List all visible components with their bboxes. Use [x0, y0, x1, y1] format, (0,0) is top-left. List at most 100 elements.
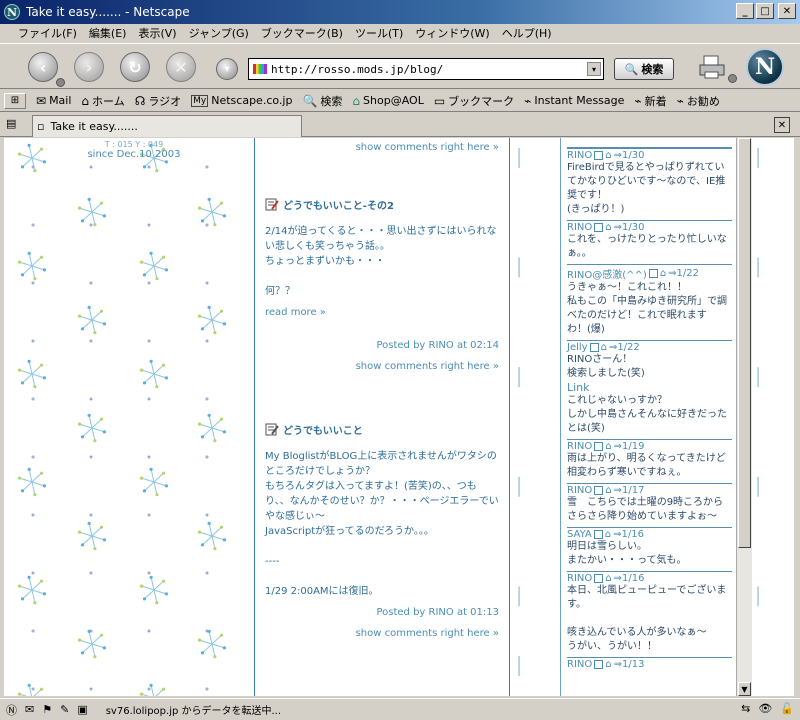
netscape-logo-icon[interactable]: N: [746, 48, 784, 86]
print-dropdown[interactable]: [728, 74, 737, 83]
menu-file[interactable]: ファイル(F): [18, 25, 77, 41]
minimize-button[interactable]: _: [736, 3, 754, 19]
netscape-status-icon[interactable]: Ⓝ: [6, 702, 17, 718]
menu-window[interactable]: ウィンドウ(W): [415, 25, 489, 41]
reload-button[interactable]: ↻: [120, 52, 150, 82]
mail-icon[interactable]: [589, 343, 599, 352]
show-comments-link[interactable]: show comments right here »: [265, 142, 499, 153]
headphones-icon: ☊: [134, 93, 146, 108]
new-tab-icon[interactable]: ▤: [6, 117, 24, 133]
print-icon[interactable]: [698, 54, 726, 80]
tab-active[interactable]: ▫ Take it easy.......: [32, 115, 302, 137]
comment-date[interactable]: ⇒1/30: [614, 222, 645, 233]
toolbar-new[interactable]: ⌁ 新着: [634, 93, 666, 109]
toolbar-recommend[interactable]: ⌁ お勧め: [677, 93, 720, 109]
composer-icon[interactable]: ✎: [60, 703, 69, 716]
mail-icon[interactable]: [594, 151, 604, 160]
comment-date[interactable]: ⇒1/22: [609, 342, 640, 353]
close-tab-button[interactable]: ✕: [774, 117, 790, 133]
toolbar-instant-message[interactable]: ⌁ Instant Message: [524, 94, 624, 108]
stop-button[interactable]: ✕: [166, 52, 196, 82]
snowflake-icon: [139, 575, 169, 605]
posted-by[interactable]: Posted by RINO at 02:14: [265, 340, 499, 351]
home-icon[interactable]: ⌂: [660, 268, 666, 279]
back-history-dropdown[interactable]: [56, 78, 65, 87]
comment-author[interactable]: SAYA: [567, 529, 592, 540]
url-dropdown-button[interactable]: ▾: [587, 62, 601, 76]
forward-button[interactable]: ›: [74, 52, 104, 82]
back-button[interactable]: ‹: [28, 52, 58, 82]
toolbar-bookmarks[interactable]: ▭ ブックマーク: [434, 93, 514, 109]
comment-author[interactable]: RINO: [567, 441, 592, 452]
url-input[interactable]: [271, 62, 581, 76]
scroll-thumb[interactable]: [738, 138, 751, 548]
post-title[interactable]: どうでもいいこと: [265, 422, 499, 437]
comment-author[interactable]: Jelly: [567, 342, 588, 353]
toolbar-netscape[interactable]: My Netscape.co.jp: [191, 94, 292, 107]
decorative-strip: [518, 147, 520, 677]
home-icon[interactable]: ⌂: [605, 485, 611, 496]
toolbar-shop[interactable]: ⌂ Shop@AOL: [352, 94, 423, 108]
folder-icon: ▭: [433, 93, 446, 108]
menu-edit[interactable]: 編集(E): [89, 25, 127, 41]
mail-icon[interactable]: [648, 269, 658, 278]
menu-view[interactable]: 表示(V): [138, 25, 176, 41]
comment-author[interactable]: RINO: [567, 573, 592, 584]
toolbar-search[interactable]: 🔍 検索: [302, 93, 342, 109]
aim-icon[interactable]: ⚑: [42, 703, 52, 716]
security-icon[interactable]: 👁: [758, 702, 772, 715]
comment-item: RINO ⌂ ⇒1/19 雨は上がり、明るくなってきたけど相変わらず寒いですねぇ。: [567, 439, 732, 483]
menu-tools[interactable]: ツール(T): [355, 25, 403, 41]
home-icon[interactable]: ⌂: [605, 441, 611, 452]
show-comments-link[interactable]: show comments right here »: [265, 628, 499, 639]
post-title[interactable]: どうでもいいこと-その2: [265, 197, 499, 212]
maximize-button[interactable]: □: [756, 3, 774, 19]
mail-icon[interactable]: ✉: [25, 703, 34, 716]
home-icon[interactable]: ⌂: [605, 222, 611, 233]
mail-icon[interactable]: [593, 530, 603, 539]
address-book-icon[interactable]: ▣: [77, 703, 87, 716]
comment-item: Jelly ⌂ ⇒1/22 RINOさーん！ 検索しました(笑) Link これじゃ…: [567, 340, 732, 439]
comment-author[interactable]: RINO: [567, 485, 592, 496]
netscape-icon: N: [4, 4, 20, 20]
mail-icon[interactable]: [594, 660, 604, 669]
mail-icon[interactable]: [594, 574, 604, 583]
comment-date[interactable]: ⇒1/30: [614, 150, 645, 161]
comment-date[interactable]: ⇒1/17: [614, 485, 645, 496]
comment-author[interactable]: RINO: [567, 222, 592, 233]
menu-bookmarks[interactable]: ブックマーク(B): [261, 25, 343, 41]
search-button[interactable]: 🔍 検索: [614, 58, 674, 80]
toolbar-home[interactable]: ⌂ ホーム: [81, 93, 124, 109]
mail-icon[interactable]: [594, 442, 604, 451]
inner-scrollbar[interactable]: ▼: [736, 138, 752, 696]
menu-help[interactable]: ヘルプ(H): [502, 25, 552, 41]
scroll-down-arrow[interactable]: ▼: [738, 682, 751, 696]
lock-icon[interactable]: 🔓: [780, 702, 794, 715]
comment-link[interactable]: Link: [567, 381, 732, 394]
home-icon[interactable]: ⌂: [605, 150, 611, 161]
comment-date[interactable]: ⇒1/16: [613, 529, 644, 540]
comment-date[interactable]: ⇒1/19: [614, 441, 645, 452]
show-comments-link[interactable]: show comments right here »: [265, 361, 499, 372]
comment-date[interactable]: ⇒1/16: [614, 573, 645, 584]
read-more-link[interactable]: read more »: [265, 307, 499, 318]
mail-icon[interactable]: [594, 486, 604, 495]
toolbar-radio[interactable]: ☊ ラジオ: [135, 93, 181, 109]
comment-date[interactable]: ⇒1/13: [614, 659, 645, 670]
toolbar-mail[interactable]: ✉ Mail: [36, 94, 71, 108]
menu-go[interactable]: ジャンプ(G): [189, 25, 249, 41]
home-icon[interactable]: ⌂: [605, 529, 611, 540]
search-button-label: 検索: [641, 63, 664, 76]
home-icon[interactable]: ⌂: [605, 659, 611, 670]
home-tab-icon[interactable]: ⊞: [4, 92, 26, 109]
comment-author[interactable]: RINO@感激(^^): [567, 266, 647, 281]
posted-by[interactable]: Posted by RINO at 01:13: [265, 607, 499, 618]
home-icon[interactable]: ⌂: [601, 342, 607, 353]
comment-author[interactable]: RINO: [567, 150, 592, 161]
comment-date[interactable]: ⇒1/22: [668, 268, 699, 279]
close-button[interactable]: ✕: [778, 3, 796, 19]
mail-icon[interactable]: [594, 223, 604, 232]
url-history-dropdown[interactable]: ▾: [216, 58, 238, 80]
comment-author[interactable]: RINO: [567, 659, 592, 670]
home-icon[interactable]: ⌂: [605, 573, 611, 584]
